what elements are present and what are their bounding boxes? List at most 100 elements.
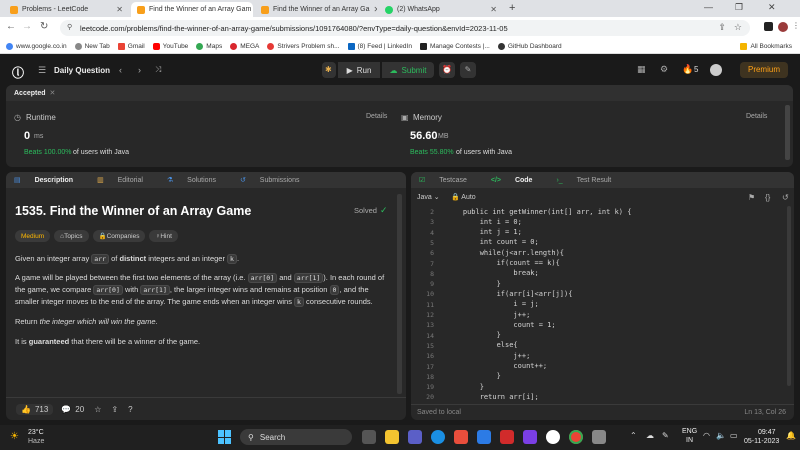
topics-tag[interactable]: ⌂ Topics [54, 230, 89, 242]
chrome-menu-icon[interactable]: ⋮ [792, 21, 800, 30]
code-line[interactable]: count = 1; [446, 321, 555, 329]
language-code[interactable]: ENG [682, 428, 697, 435]
task-view-icon[interactable] [362, 430, 376, 444]
user-avatar[interactable] [710, 64, 722, 76]
bookmark-github[interactable]: GitHub Dashboard [497, 42, 562, 50]
cloud-icon[interactable]: ☁ [646, 431, 654, 440]
close-result-icon[interactable]: ✕ [50, 89, 56, 97]
code-line[interactable]: i = j; [446, 300, 538, 308]
notification-bell-icon[interactable]: 🔔 [786, 431, 796, 440]
close-tab-icon[interactable]: ✕ [112, 5, 123, 14]
edge-icon[interactable] [431, 430, 445, 444]
code-line[interactable]: j++; [446, 311, 530, 319]
wifi-icon[interactable]: ◠ [703, 431, 710, 440]
office-icon[interactable] [454, 430, 468, 444]
code-line[interactable]: j++; [446, 352, 530, 360]
companies-tag[interactable]: 🔒 Companies [92, 230, 146, 242]
shuffle-icon[interactable]: ⤨ [155, 65, 161, 75]
extension-icon[interactable] [764, 22, 773, 31]
windows-start-icon[interactable] [218, 430, 232, 444]
help-icon[interactable]: ? [128, 405, 132, 414]
tab-code[interactable]: </> Code [491, 177, 545, 184]
all-bookmarks[interactable]: All Bookmarks [740, 42, 792, 50]
browser-tab-find-winner-active[interactable]: Find the Winner of an Array Gam ✕ [131, 2, 253, 17]
editor-scrollbar[interactable] [787, 206, 791, 386]
forward-arrow-icon[interactable]: → [22, 21, 32, 32]
code-line[interactable]: break; [446, 269, 538, 277]
file-explorer-icon[interactable] [385, 430, 399, 444]
comments-button[interactable]: 💬 20 [61, 405, 84, 414]
accepted-tab[interactable]: Accepted [14, 90, 46, 97]
site-info-icon[interactable]: ⚲ [67, 23, 72, 31]
battery-icon[interactable]: ▭ [730, 431, 738, 440]
premium-button[interactable]: Premium [740, 62, 788, 78]
daily-question-link[interactable]: Daily Question [54, 66, 110, 75]
code-line[interactable]: int j = 1; [446, 228, 522, 236]
auto-mode-toggle[interactable]: 🔒 Auto [451, 193, 476, 201]
show-hidden-icons-icon[interactable]: ⌃ [630, 431, 637, 440]
share-link-icon[interactable]: ⇪ [111, 405, 118, 414]
prev-problem-icon[interactable]: ‹ [119, 65, 122, 75]
leetcode-logo-icon[interactable]: ⓛ [12, 64, 24, 81]
code-line[interactable]: public int getWinner(int[] arr, int k) { [446, 208, 632, 216]
notes-button[interactable]: ✎ [460, 62, 476, 78]
clock-date[interactable]: 05-11-2023 [744, 438, 779, 445]
like-button[interactable]: 👍 713 [16, 403, 54, 415]
taskbar-search[interactable]: ⚲ Search [240, 429, 352, 445]
profile-avatar-icon[interactable] [778, 22, 788, 32]
app-icon[interactable] [477, 430, 491, 444]
app-icon-white[interactable] [546, 430, 560, 444]
code-line[interactable]: count++; [446, 362, 547, 370]
code-line[interactable]: else{ [446, 341, 518, 349]
language-region[interactable]: IN [686, 437, 693, 444]
bookmark-new-tab[interactable]: New Tab [74, 42, 110, 50]
mcafee-icon[interactable] [500, 430, 514, 444]
tab-solutions[interactable]: ⚗ Solutions [167, 176, 228, 184]
description-scrollbar[interactable] [397, 194, 402, 394]
braces-format-icon[interactable]: {} [765, 193, 770, 202]
url-field[interactable]: ⚲ leetcode.com/problems/find-the-winner-… [60, 20, 750, 36]
weather-temp[interactable]: 23°C [28, 429, 44, 436]
code-line[interactable]: while(j<arr.length){ [446, 249, 564, 257]
browser-tab-whatsapp[interactable]: (2) WhatsApp ✕ [379, 2, 503, 17]
tab-submissions[interactable]: ↺ Submissions [240, 176, 312, 184]
layout-grid-icon[interactable]: ▦ [637, 64, 646, 75]
tab-description[interactable]: ▤ Description [14, 176, 85, 184]
favorite-star-icon[interactable]: ☆ [94, 405, 101, 414]
weather-haze-icon[interactable]: ☀ [10, 431, 19, 442]
back-arrow-icon[interactable]: ← [6, 21, 16, 32]
tab-testcase[interactable]: ☑ Testcase [419, 176, 479, 184]
result-scrollbar[interactable] [785, 105, 790, 160]
bookmark-maps[interactable]: Maps [196, 42, 222, 50]
close-tab-icon[interactable]: ✕ [370, 5, 378, 14]
code-line[interactable]: if(count == k){ [446, 259, 560, 267]
tab-editorial[interactable]: ▥ Editorial [97, 176, 155, 184]
maximize-icon[interactable]: ❐ [735, 2, 743, 13]
streak-count[interactable]: 5 [694, 65, 698, 74]
problem-title[interactable]: 1535. Find the Winner of an Array Game [15, 204, 251, 218]
browser-tab-problems[interactable]: Problems - LeetCode ✕ [4, 2, 129, 17]
code-line[interactable]: if(arr[i]<arr[j]){ [446, 290, 573, 298]
bookmark-linkedin[interactable]: (8) Feed | LinkedIn [347, 42, 412, 50]
close-tab-icon[interactable]: ✕ [486, 5, 497, 14]
minimize-icon[interactable]: — [704, 2, 713, 12]
tab-test-result[interactable]: ›_ Test Result [556, 177, 623, 184]
bookmark-strivers[interactable]: Strivers Problem sh... [267, 42, 340, 50]
app-icon-grey[interactable] [592, 430, 606, 444]
chrome-icon[interactable] [569, 430, 583, 444]
problem-list-icon[interactable]: ☰ [38, 65, 46, 76]
code-line[interactable]: } [446, 280, 501, 288]
code-line[interactable]: } [446, 372, 501, 380]
bookmark-google[interactable]: www.google.co.in [6, 42, 67, 50]
code-line[interactable]: } [446, 383, 484, 391]
run-button[interactable]: ▶ Run [338, 62, 380, 78]
language-select[interactable]: Java ⌄ [417, 193, 440, 201]
reset-icon[interactable]: ↺ [782, 193, 789, 202]
hint-tag[interactable]: ♀ Hint [149, 230, 178, 242]
new-tab-icon[interactable]: + [509, 2, 515, 14]
weather-condition[interactable]: Haze [28, 438, 44, 445]
code-line[interactable]: int i = 0; [446, 218, 522, 226]
bookmark-star-icon[interactable]: ☆ [734, 22, 742, 33]
bookmark-mega[interactable]: MEGA [230, 42, 259, 50]
bookmark-contests[interactable]: Manage Contests |... [419, 42, 490, 50]
